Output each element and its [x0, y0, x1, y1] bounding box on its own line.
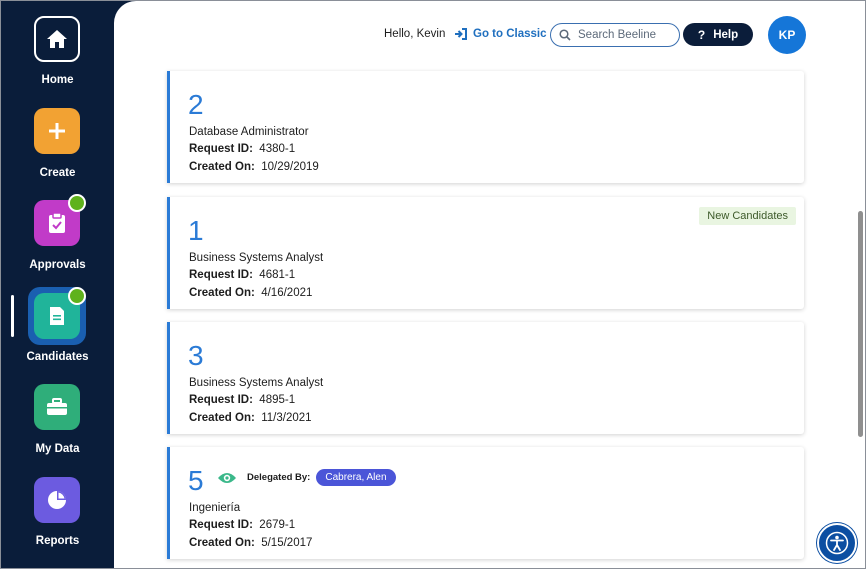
- created-on-row: Created On: 5/15/2017: [189, 537, 312, 549]
- request-id-label: Request ID:: [189, 394, 253, 406]
- candidate-count: 2: [188, 89, 204, 120]
- request-id-row: Request ID: 4681-1: [189, 269, 295, 281]
- document-icon: [50, 307, 64, 325]
- plus-icon: [49, 123, 65, 139]
- sidebar-item-label: Home: [41, 74, 74, 86]
- delegator-pill: Cabrera, Alen: [316, 469, 396, 486]
- pie-chart-icon: [48, 491, 66, 509]
- question-icon: ?: [697, 27, 706, 42]
- created-on-label: Created On:: [189, 412, 255, 424]
- create-tile[interactable]: [34, 108, 80, 154]
- search-box[interactable]: [550, 23, 680, 47]
- request-id-row: Request ID: 4380-1: [189, 143, 295, 155]
- home-tile[interactable]: [34, 16, 80, 62]
- briefcase-icon: [47, 398, 67, 415]
- created-on-value: 10/29/2019: [261, 161, 319, 173]
- notification-dot: [68, 287, 86, 305]
- go-to-classic-link[interactable]: Go to Classic: [454, 28, 547, 40]
- request-id-value: 4895-1: [259, 394, 296, 406]
- sidebar-item-label: Approvals: [29, 259, 86, 271]
- status-badge: New Candidates: [699, 207, 796, 225]
- my-data-tile[interactable]: [34, 384, 80, 430]
- accessibility-icon: [825, 531, 849, 555]
- search-input[interactable]: [576, 28, 672, 42]
- request-id-row: Request ID: 2679-1: [189, 519, 295, 531]
- list-item[interactable]: 5 Delegated By: Cabrera, Alen Ingeniería…: [167, 447, 804, 559]
- delegation-info: Delegated By: Cabrera, Alen: [217, 469, 396, 486]
- created-on-value: 4/16/2021: [261, 287, 313, 299]
- avatar[interactable]: KP: [768, 16, 806, 54]
- request-id-value: 4380-1: [259, 143, 296, 155]
- sign-in-icon: [455, 28, 467, 40]
- greeting: Hello, Kevin: [384, 28, 446, 40]
- candidate-count: 1: [188, 215, 204, 246]
- sidebar-item-label: Candidates: [26, 351, 89, 363]
- reports-tile[interactable]: [34, 477, 80, 523]
- sidebar-item-label: My Data: [35, 443, 80, 455]
- created-on-row: Created On: 10/29/2019: [189, 161, 319, 173]
- go-to-classic-label: Go to Classic: [473, 28, 547, 40]
- request-id-value: 2679-1: [259, 519, 296, 531]
- search-icon: [559, 29, 571, 41]
- list-item[interactable]: 1 New Candidates Business Systems Analys…: [167, 197, 804, 309]
- notification-dot: [68, 194, 86, 212]
- request-id-label: Request ID:: [189, 269, 253, 281]
- list-item[interactable]: 2 Database Administrator Request ID: 438…: [167, 71, 804, 183]
- list-item[interactable]: 3 Business Systems Analyst Request ID: 4…: [167, 322, 804, 434]
- sidebar: Home Create Approvals Candidates My Data…: [1, 1, 114, 568]
- candidate-count: 3: [188, 340, 204, 371]
- created-on-label: Created On:: [189, 537, 255, 549]
- created-on-label: Created On:: [189, 161, 255, 173]
- sidebar-item-label: Create: [39, 167, 76, 179]
- request-id-row: Request ID: 4895-1: [189, 394, 295, 406]
- active-indicator: [11, 295, 14, 337]
- sidebar-item-label: Reports: [35, 535, 80, 547]
- created-on-value: 11/3/2021: [261, 412, 312, 424]
- request-id-value: 4681-1: [259, 269, 296, 281]
- created-on-label: Created On:: [189, 287, 255, 299]
- request-id-label: Request ID:: [189, 519, 253, 531]
- delegated-by-label: Delegated By:: [247, 472, 311, 483]
- created-on-row: Created On: 4/16/2021: [189, 287, 312, 299]
- job-title: Ingeniería: [189, 502, 241, 514]
- app-window: Home Create Approvals Candidates My Data…: [0, 0, 866, 569]
- job-title: Database Administrator: [189, 126, 309, 138]
- clipboard-check-icon: [49, 212, 65, 233]
- help-button[interactable]: ? Help: [683, 23, 753, 46]
- job-title: Business Systems Analyst: [189, 377, 324, 389]
- accessibility-button[interactable]: [817, 523, 857, 563]
- created-on-row: Created On: 11/3/2021: [189, 412, 312, 424]
- top-bar: Hello, Kevin Go to Classic ? Help KP: [114, 1, 865, 67]
- help-label: Help: [713, 28, 739, 41]
- main-panel: Hello, Kevin Go to Classic ? Help KP 2 D…: [114, 1, 865, 568]
- created-on-value: 5/15/2017: [261, 537, 313, 549]
- scrollbar-thumb[interactable]: [858, 211, 863, 437]
- home-icon: [47, 30, 67, 48]
- candidate-count: 5: [188, 465, 204, 496]
- job-title: Business Systems Analyst: [189, 252, 324, 264]
- eye-icon[interactable]: [217, 471, 237, 485]
- request-id-label: Request ID:: [189, 143, 253, 155]
